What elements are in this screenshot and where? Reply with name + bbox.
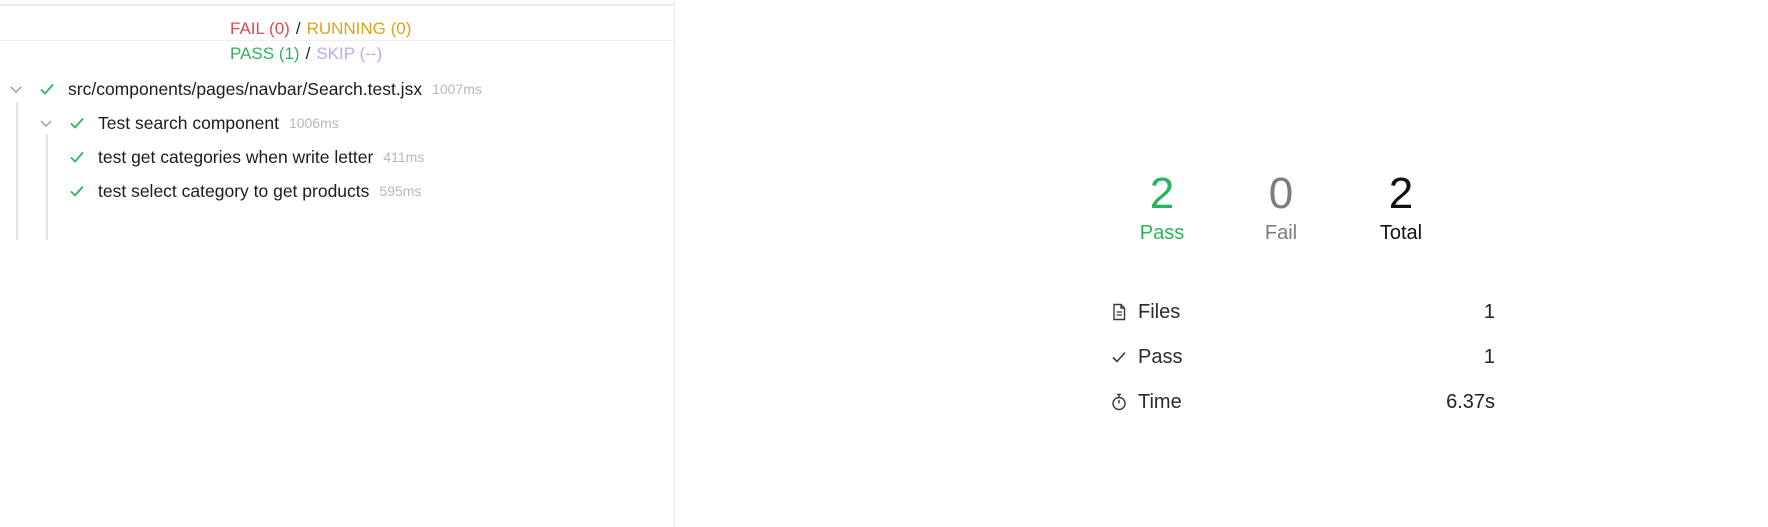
pass-stat: 2 Pass <box>1117 170 1207 246</box>
metric-value: 1 <box>1483 300 1495 323</box>
filter-running[interactable]: RUNNING (0) <box>307 16 412 41</box>
chevron-down-icon[interactable] <box>38 115 54 131</box>
stopwatch-icon <box>1110 393 1128 411</box>
test-duration: 411ms <box>383 149 425 165</box>
total-count: 2 <box>1388 169 1414 218</box>
check-icon <box>68 182 86 200</box>
tree-row-suite[interactable]: Test search component 1006ms <box>38 108 339 138</box>
tree-guide-line <box>16 102 18 240</box>
metric-files: Files 1 <box>1110 296 1495 328</box>
check-icon <box>1110 348 1128 366</box>
filter-row-1: FAIL (0) / RUNNING (0) <box>230 16 411 41</box>
total-label: Total <box>1379 222 1423 244</box>
fail-count: 0 <box>1268 169 1294 218</box>
filter-separator: / <box>295 19 301 38</box>
tree-row-file[interactable]: src/components/pages/navbar/Search.test.… <box>8 74 482 104</box>
metric-value: 1 <box>1483 345 1495 368</box>
suite-duration: 1006ms <box>288 115 339 131</box>
filter-pass[interactable]: PASS (1) <box>230 41 300 66</box>
file-duration: 1007ms <box>432 81 482 97</box>
filter-row-2: PASS (1) / SKIP (--) <box>230 41 411 66</box>
file-icon <box>1110 303 1128 321</box>
pass-label: Pass <box>1139 222 1185 244</box>
pass-count: 2 <box>1149 169 1175 218</box>
fail-stat: 0 Fail <box>1236 170 1326 246</box>
metric-label: Files <box>1138 300 1181 323</box>
file-name: src/components/pages/navbar/Search.test.… <box>68 78 423 99</box>
filter-skip[interactable]: SKIP (--) <box>316 41 382 66</box>
check-icon <box>68 114 86 132</box>
tree-row-test[interactable]: test get categories when write letter 41… <box>68 142 424 172</box>
metric-pass: Pass 1 <box>1110 341 1495 373</box>
test-explorer-pane: FAIL (0) / RUNNING (0) PASS (1) / SKIP (… <box>0 0 675 527</box>
filter-fail[interactable]: FAIL (0) <box>230 16 290 41</box>
check-icon <box>38 80 56 98</box>
chevron-down-icon[interactable] <box>8 81 24 97</box>
test-duration: 595ms <box>379 183 422 199</box>
total-stat: 2 Total <box>1356 170 1446 246</box>
test-name: test select category to get products <box>98 180 370 201</box>
status-filters: FAIL (0) / RUNNING (0) PASS (1) / SKIP (… <box>230 16 411 66</box>
top-divider <box>0 4 674 6</box>
test-name: test get categories when write letter <box>98 146 374 167</box>
metric-value: 6.37s <box>1446 390 1495 413</box>
suite-name: Test search component <box>98 112 279 133</box>
metric-label: Time <box>1138 390 1182 413</box>
tree-guide-line <box>46 134 48 240</box>
check-icon <box>68 148 86 166</box>
metric-label: Pass <box>1138 345 1183 368</box>
fail-label: Fail <box>1264 222 1298 244</box>
metric-time: Time 6.37s <box>1110 386 1495 418</box>
tree-row-test[interactable]: test select category to get products 595… <box>68 176 421 206</box>
filter-separator: / <box>305 44 311 63</box>
